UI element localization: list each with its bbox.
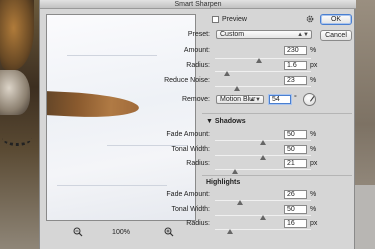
preview-checkbox[interactable] <box>212 16 219 23</box>
shadows-tonal-width-input[interactable]: 50 <box>284 145 307 154</box>
snow-texture <box>67 55 157 56</box>
shadows-fade-amount-input[interactable]: 50 <box>284 130 307 139</box>
ok-button[interactable]: OK <box>320 14 352 25</box>
slider-thumb[interactable] <box>236 200 243 205</box>
angle-unit: ° <box>294 95 297 102</box>
radius-label: Radius: <box>186 62 210 69</box>
reduce-noise-input[interactable]: 23 <box>284 76 307 85</box>
shadows-fade-amount-unit: % <box>310 131 317 138</box>
reduce-noise-unit: % <box>310 77 317 84</box>
highlights-tonal-width-unit: % <box>310 206 317 213</box>
zoom-level: 100% <box>112 229 130 236</box>
background-photo-left <box>0 0 39 249</box>
shadows-tonal-width-unit: % <box>310 146 317 153</box>
slider-track <box>215 86 311 87</box>
highlights-radius-unit: px <box>310 220 318 227</box>
zoom-bar: 100% <box>46 226 196 240</box>
slider-thumb[interactable] <box>234 86 241 91</box>
radius-input[interactable]: 1.6 <box>284 61 307 70</box>
slider-thumb[interactable] <box>260 215 266 220</box>
divider <box>202 113 352 114</box>
smart-sharpen-dialog: Smart Sharpen 100% Preview OK Cancel Pre… <box>39 0 356 249</box>
remove-select[interactable]: Motion Blur ▲▼ <box>216 95 264 104</box>
highlights-tonal-width-label: Tonal Width: <box>171 206 210 213</box>
shadows-fade-amount-label: Fade Amount: <box>166 131 210 138</box>
amount-input[interactable]: 230 <box>284 46 307 55</box>
disclosure-triangle-icon: ▼ <box>206 118 213 125</box>
slider-thumb[interactable] <box>256 58 263 63</box>
zoom-out-icon[interactable] <box>72 227 84 239</box>
highlights-fade-amount-label: Fade Amount: <box>166 191 210 198</box>
highlights-radius-input[interactable]: 16 <box>284 219 307 228</box>
slider-thumb[interactable] <box>260 155 266 160</box>
radius-unit: px <box>310 62 318 69</box>
angle-dial-hand <box>310 96 315 102</box>
dog-muzzle-photo <box>0 70 30 115</box>
amount-unit: % <box>310 47 317 54</box>
shadows-tonal-width-label: Tonal Width: <box>171 146 210 153</box>
angle-input[interactable]: 54 <box>269 95 291 104</box>
snow-photo <box>355 185 375 249</box>
snow-texture <box>57 185 167 186</box>
dog-collar-photo <box>2 130 32 146</box>
dialog-title[interactable]: Smart Sharpen <box>40 0 356 9</box>
shadows-radius-label: Radius: <box>186 160 210 167</box>
preview-label: Preview <box>222 16 247 23</box>
shadows-radius-unit: px <box>310 160 318 167</box>
zoom-in-icon[interactable] <box>163 227 175 239</box>
slider-track <box>215 169 311 170</box>
highlights-fade-amount-unit: % <box>310 191 317 198</box>
slider-thumb[interactable] <box>223 71 230 76</box>
slider-thumb[interactable] <box>260 140 266 145</box>
highlights-heading: Highlights <box>206 179 241 186</box>
slider-thumb[interactable] <box>227 229 234 234</box>
shadows-radius-input[interactable]: 21 <box>284 159 307 168</box>
shadows-heading[interactable]: ▼ Shadows <box>206 117 246 126</box>
slider-thumb[interactable] <box>232 169 239 174</box>
highlights-radius-label: Radius: <box>186 220 210 227</box>
cancel-button[interactable]: Cancel <box>320 30 352 41</box>
background-photo-right <box>355 0 375 249</box>
slider-track <box>215 58 311 59</box>
highlights-tonal-width-input[interactable]: 50 <box>284 205 307 214</box>
chevron-down-icon: ▲▼ <box>297 32 309 38</box>
amount-label: Amount: <box>183 47 210 54</box>
divider <box>202 175 352 176</box>
dog-head-photo <box>0 0 34 70</box>
gear-icon[interactable] <box>306 15 315 24</box>
preset-select[interactable]: Custom ▲▼ <box>216 30 312 39</box>
slider-track <box>215 200 311 201</box>
remove-label: Remove: <box>181 96 210 103</box>
chevron-down-icon: ▲▼ <box>249 97 261 103</box>
dog-tail-photo <box>47 90 140 120</box>
preset-label: Preset: <box>187 31 210 38</box>
preset-value: Custom <box>220 31 245 38</box>
angle-dial-icon[interactable] <box>303 93 316 106</box>
shadows-title: Shadows <box>214 118 246 125</box>
reduce-noise-label: Reduce Noise: <box>164 77 210 84</box>
highlights-fade-amount-input[interactable]: 26 <box>284 190 307 199</box>
